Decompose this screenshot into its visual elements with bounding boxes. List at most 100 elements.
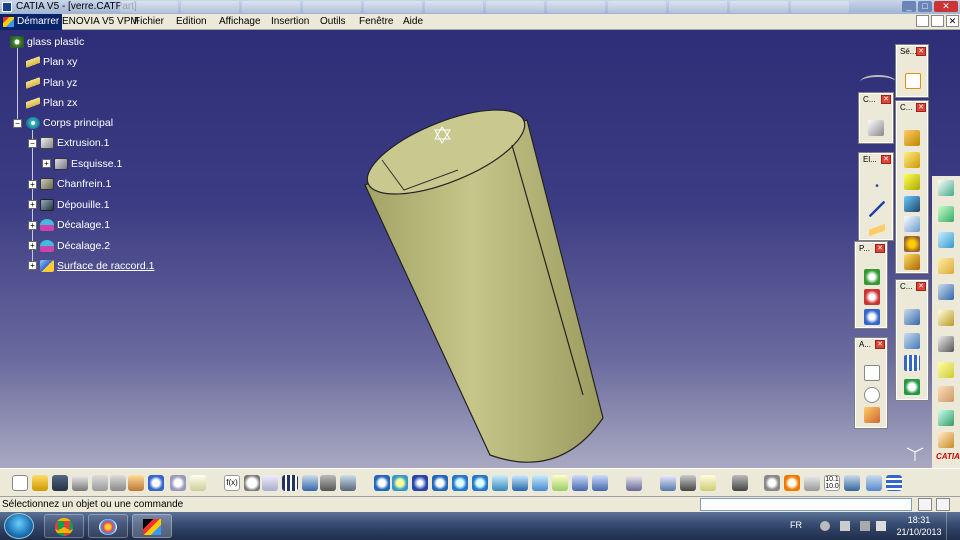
close-toolbar-icon[interactable]: ✕ [875, 244, 885, 253]
copy-icon[interactable] [110, 475, 126, 491]
tree-root[interactable]: glass plastic [10, 33, 84, 51]
swap-visible-space-icon[interactable] [592, 475, 608, 491]
boundary-icon[interactable] [938, 336, 954, 352]
compass-icon[interactable] [860, 75, 896, 89]
paste-icon[interactable] [128, 475, 144, 491]
iso-view-icon[interactable] [532, 475, 548, 491]
close-toolbar-icon[interactable]: ✕ [916, 282, 926, 291]
zoom-out-icon[interactable] [472, 475, 488, 491]
expand-toggle[interactable]: + [42, 159, 51, 168]
doc-close-button[interactable]: ✕ [946, 15, 959, 27]
3d-annotation-icon[interactable] [864, 407, 880, 423]
update-icon[interactable] [626, 475, 642, 491]
extrapolate-icon[interactable] [938, 310, 954, 326]
analysis-icon[interactable] [864, 309, 880, 325]
paint-task-button[interactable] [88, 514, 128, 538]
grid-icon[interactable] [764, 475, 780, 491]
show-desktop-button[interactable] [946, 512, 960, 540]
split-icon[interactable] [938, 284, 954, 300]
mass-icon[interactable] [700, 475, 716, 491]
undo-icon[interactable] [148, 475, 164, 491]
formula-icon[interactable]: f(x) [224, 475, 240, 491]
3d-viewport[interactable]: glass plastic Plan xy Plan yz Plan zx − … [0, 30, 960, 468]
exit-workbench-icon[interactable] [938, 206, 954, 222]
lock-icon[interactable] [320, 475, 336, 491]
select-arrow-icon[interactable] [905, 73, 921, 89]
rib-icon[interactable] [904, 196, 920, 212]
expand-toggle[interactable]: + [28, 261, 37, 270]
line-icon[interactable] [869, 201, 885, 217]
tray-network-icon[interactable] [840, 521, 850, 531]
expand-toggle[interactable]: + [28, 200, 37, 209]
rotate-icon[interactable] [432, 475, 448, 491]
close-button[interactable]: ✕ [934, 1, 958, 12]
shaft-icon[interactable] [904, 174, 920, 190]
tree-item-depouille[interactable]: Dépouille.1 [40, 196, 110, 214]
collapse-toggle[interactable]: − [28, 139, 37, 148]
tray-icon[interactable] [820, 521, 830, 531]
fly-mode-icon[interactable] [374, 475, 390, 491]
open-folder-icon[interactable] [32, 475, 48, 491]
cube-icon[interactable] [868, 120, 884, 136]
geometric-constraints-icon[interactable] [844, 475, 860, 491]
expand-toggle[interactable]: + [28, 221, 37, 230]
zoom-in-icon[interactable] [452, 475, 468, 491]
tray-flag-icon[interactable] [876, 521, 886, 531]
plane-icon[interactable] [869, 221, 885, 237]
shading-icon[interactable] [552, 475, 568, 491]
measure-item-icon[interactable] [680, 475, 696, 491]
doc-restore-button[interactable] [931, 15, 944, 27]
glass-part-geometry[interactable] [0, 30, 960, 468]
tree-item-extrusion[interactable]: Extrusion.1 [40, 134, 110, 152]
translate-icon[interactable] [904, 309, 920, 325]
fill-icon[interactable] [938, 386, 954, 402]
pad-icon[interactable] [904, 130, 920, 146]
tree-item-surface-de-raccord[interactable]: Surface de raccord.1 [40, 257, 154, 275]
windows-start-button[interactable] [4, 513, 34, 539]
menu-fichier[interactable]: Fichier [134, 14, 164, 30]
menu-edition[interactable]: Edition [176, 14, 207, 30]
menu-outils[interactable]: Outils [320, 14, 346, 30]
expand-toggle[interactable]: + [28, 180, 37, 189]
tree-item-decalage-2[interactable]: Décalage.2 [40, 237, 110, 255]
close-toolbar-icon[interactable]: ✕ [916, 103, 926, 112]
scaling-icon[interactable] [904, 379, 920, 395]
expand-toggle[interactable]: + [28, 241, 37, 250]
blend-icon[interactable] [938, 432, 954, 448]
redo-icon[interactable] [170, 475, 186, 491]
print-icon[interactable] [72, 475, 88, 491]
normal-view-icon[interactable] [492, 475, 508, 491]
hole-icon[interactable] [904, 236, 920, 252]
help-icon[interactable] [190, 475, 206, 491]
tree-item-plan-yz[interactable]: Plan yz [26, 74, 77, 92]
catia-task-button[interactable] [132, 514, 172, 538]
new-document-icon[interactable] [12, 475, 28, 491]
snap-icon[interactable] [784, 475, 800, 491]
tree-item-plan-zx[interactable]: Plan zx [26, 94, 77, 112]
pattern-icon[interactable] [904, 355, 920, 371]
chrome-task-button[interactable] [44, 514, 84, 538]
close-toolbar-icon[interactable]: ✕ [916, 47, 926, 56]
catalog-icon[interactable] [302, 475, 318, 491]
construction-icon[interactable] [804, 475, 820, 491]
tree-item-corps-principal[interactable]: Corps principal [26, 114, 113, 132]
apply-material-icon[interactable] [864, 269, 880, 285]
tree-item-decalage-1[interactable]: Décalage.1 [40, 216, 110, 234]
measure-icon[interactable] [864, 289, 880, 305]
mirror-icon[interactable] [904, 333, 920, 349]
collapse-toggle[interactable]: − [13, 119, 22, 128]
sweep-icon[interactable] [938, 410, 954, 426]
menu-demarrer[interactable]: Démarrer [0, 14, 63, 30]
multi-view-icon[interactable] [512, 475, 528, 491]
pan-icon[interactable] [412, 475, 428, 491]
table-icon[interactable] [282, 475, 298, 491]
menu-aide[interactable]: Aide [403, 14, 423, 30]
dimensional-constraints-icon[interactable] [866, 475, 882, 491]
close-toolbar-icon[interactable]: ✕ [881, 155, 891, 164]
doc-minimize-button[interactable] [916, 15, 929, 27]
language-indicator[interactable]: FR [790, 520, 802, 530]
menu-fenetre[interactable]: Fenêtre [359, 14, 393, 30]
tray-speaker-icon[interactable] [860, 521, 870, 531]
sketcher-icon[interactable] [938, 180, 954, 196]
join-icon[interactable] [938, 258, 954, 274]
